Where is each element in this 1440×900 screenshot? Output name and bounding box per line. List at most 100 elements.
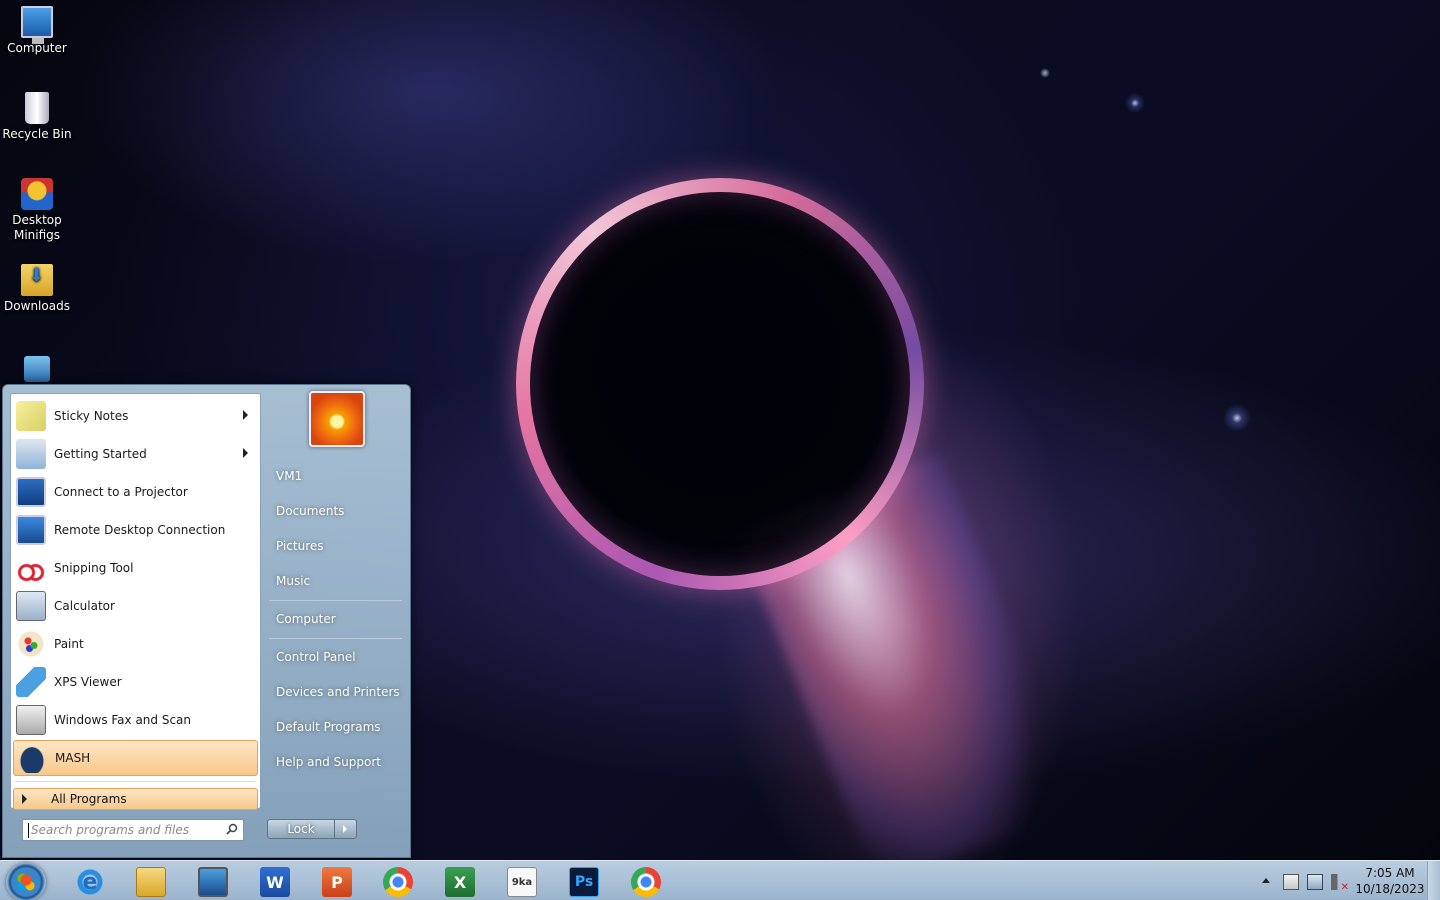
user-picture-flower[interactable] (309, 391, 365, 447)
right-item-music[interactable]: Music (276, 574, 310, 588)
recycle-bin-icon (25, 92, 49, 124)
program-connect-projector[interactable]: Connect to a Projector (13, 474, 258, 510)
right-item-control-panel[interactable]: Control Panel (276, 650, 356, 664)
submenu-arrow-icon[interactable] (243, 410, 248, 420)
internet-explorer-icon: e (75, 867, 105, 897)
desktop-icon-network[interactable] (0, 356, 74, 385)
right-item-help-support[interactable]: Help and Support (276, 755, 381, 769)
powerpoint-icon: P (322, 867, 352, 897)
taskbar-excel[interactable]: X (432, 864, 488, 900)
right-item-pictures[interactable]: Pictures (276, 539, 324, 553)
taskbar-powerpoint[interactable]: P (309, 864, 365, 900)
lock-button[interactable]: Lock (267, 819, 335, 839)
snipping-tool-icon (16, 553, 46, 583)
right-item-computer[interactable]: Computer (276, 612, 336, 626)
taskbar-internet-explorer[interactable]: e (62, 864, 118, 900)
network-shortcut-icon (24, 356, 50, 382)
taskbar-windows-explorer[interactable] (123, 864, 179, 900)
wallpaper-portal (516, 178, 924, 590)
program-sticky-notes[interactable]: Sticky Notes (13, 398, 258, 434)
remote-desktop-icon (16, 515, 46, 545)
clock-date: 10/18/2023 (1355, 882, 1425, 896)
program-label: MASH (55, 751, 91, 765)
program-windows-fax-scan[interactable]: Windows Fax and Scan (13, 702, 258, 738)
right-separator (269, 600, 402, 601)
taskbar: e W P X 9ka Ps 7:05 AM 10/18/2023 (0, 860, 1440, 900)
program-label: Getting Started (54, 447, 147, 461)
right-item-vm1[interactable]: VM1 (276, 469, 302, 483)
program-xps-viewer[interactable]: XPS Viewer (13, 664, 258, 700)
program-label: Connect to a Projector (54, 485, 188, 499)
program-label: Snipping Tool (54, 561, 134, 575)
program-getting-started[interactable]: Getting Started (13, 436, 258, 472)
program-label: Sticky Notes (54, 409, 129, 423)
taskbar-word[interactable]: W (247, 864, 303, 900)
all-programs-button[interactable]: All Programs (13, 788, 258, 810)
program-label: XPS Viewer (54, 675, 122, 689)
downloads-folder-icon (21, 264, 53, 296)
show-desktop-button[interactable] (1427, 861, 1440, 900)
program-paint[interactable]: Paint (13, 626, 258, 662)
desktop-icon-downloads[interactable]: Downloads (0, 264, 74, 314)
start-button[interactable] (6, 863, 46, 900)
sticky-notes-icon (16, 401, 46, 431)
program-snipping-tool[interactable]: Snipping Tool (13, 550, 258, 586)
search-icon[interactable] (226, 823, 238, 835)
program-label: Paint (54, 637, 84, 651)
calculator-icon (16, 591, 46, 621)
word-icon: W (260, 867, 290, 897)
right-item-devices-printers[interactable]: Devices and Printers (276, 685, 400, 699)
folder-icon (136, 867, 166, 897)
excel-icon: X (445, 867, 475, 897)
desktop-icon-label: Recycle Bin (2, 127, 72, 141)
desktop-icon-label: Desktop Minifigs (12, 213, 62, 242)
all-programs-label: All Programs (51, 792, 127, 806)
action-center-icon[interactable] (1283, 874, 1299, 890)
desktop-icon-label: Downloads (4, 299, 70, 313)
search-placeholder: Search programs and files (31, 823, 189, 837)
program-label: Remote Desktop Connection (54, 523, 226, 537)
desktop-icon-recycle-bin[interactable]: Recycle Bin (0, 92, 74, 142)
lego-minifig-icon (21, 178, 53, 210)
program-label: Windows Fax and Scan (54, 713, 192, 727)
show-hidden-icons-arrow-icon[interactable] (1262, 878, 1270, 883)
calculator-doc-icon: 9ka (507, 867, 537, 897)
expand-arrow-icon (22, 794, 27, 804)
taskbar-photoshop[interactable]: Ps (556, 864, 612, 900)
clock-time: 7:05 AM (1365, 866, 1415, 880)
program-label: Calculator (54, 599, 115, 613)
right-item-default-programs[interactable]: Default Programs (276, 720, 381, 734)
program-remote-desktop[interactable]: Remote Desktop Connection (13, 512, 258, 548)
chrome-icon (383, 867, 413, 897)
program-mash[interactable]: MASH (13, 740, 258, 776)
paint-icon (16, 629, 46, 659)
projector-icon (16, 477, 46, 507)
fax-scan-icon (16, 705, 46, 735)
taskbar-clock[interactable]: 7:05 AM 10/18/2023 (1352, 865, 1428, 897)
text-cursor (28, 823, 29, 838)
getting-started-icon (16, 439, 46, 469)
taskbar-monitor-app[interactable] (185, 864, 241, 900)
start-menu-programs-pane: Sticky Notes Getting Started Connect to … (10, 393, 261, 810)
chrome-icon (631, 867, 661, 897)
computer-icon (21, 6, 53, 44)
desktop-icon-computer[interactable]: Computer (0, 6, 74, 56)
start-menu: Sticky Notes Getting Started Connect to … (2, 384, 411, 858)
submenu-arrow-icon[interactable] (243, 448, 248, 458)
right-item-documents[interactable]: Documents (276, 504, 344, 518)
right-separator (269, 638, 402, 639)
taskbar-calculator-doc[interactable]: 9ka (494, 864, 550, 900)
mash-icon (17, 743, 47, 773)
network-icon[interactable] (1307, 874, 1323, 890)
search-programs-input[interactable]: Search programs and files (22, 819, 244, 841)
programs-separator (15, 781, 255, 782)
shutdown-options-arrow[interactable] (334, 819, 357, 839)
desktop-icon-minifigs[interactable]: Desktop Minifigs (0, 178, 74, 243)
taskbar-chrome[interactable] (370, 864, 426, 900)
taskbar-chrome-2[interactable] (618, 864, 674, 900)
photoshop-icon: Ps (569, 867, 599, 897)
volume-muted-icon[interactable] (1331, 874, 1349, 893)
program-calculator[interactable]: Calculator (13, 588, 258, 624)
monitor-icon (198, 867, 228, 897)
xps-viewer-icon (16, 667, 46, 697)
